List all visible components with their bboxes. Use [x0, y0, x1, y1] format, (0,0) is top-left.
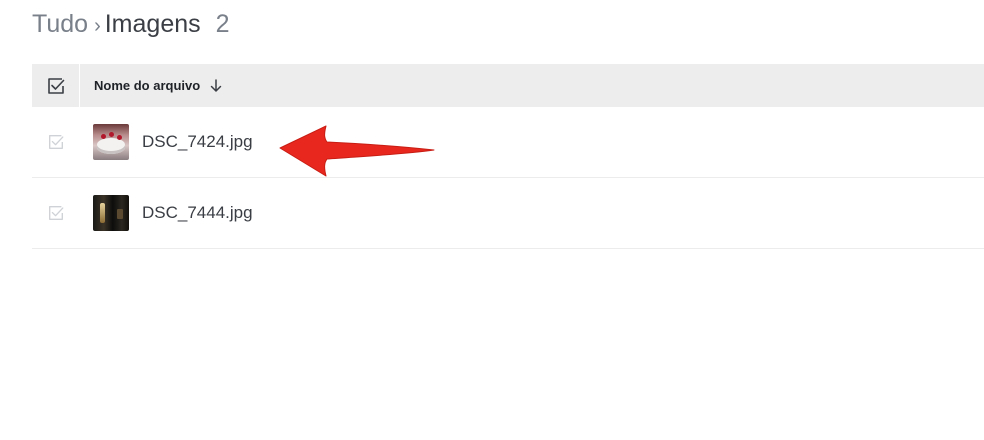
table-header: Nome do arquivo	[32, 64, 984, 107]
row-checkbox[interactable]	[32, 204, 80, 222]
red-arrow-pointer-icon	[279, 125, 435, 177]
breadcrumb: Tudo › Imagens 2	[32, 10, 230, 39]
column-header-name[interactable]: Nome do arquivo	[94, 78, 222, 93]
row-checkbox[interactable]	[32, 133, 80, 151]
breadcrumb-root-link[interactable]: Tudo	[32, 10, 88, 39]
column-header-label: Nome do arquivo	[94, 78, 201, 93]
table-row[interactable]: DSC_7424.jpg	[32, 107, 984, 178]
file-table: Nome do arquivo DSC_7424.jpg DSC_7444.jp…	[32, 64, 984, 249]
breadcrumb-separator: ›	[94, 15, 101, 37]
file-name-link[interactable]: DSC_7424.jpg	[142, 132, 253, 152]
item-count: 2	[215, 10, 230, 38]
checkbox-icon	[47, 77, 64, 94]
arrow-down-icon[interactable]	[210, 78, 222, 93]
file-name-link[interactable]: DSC_7444.jpg	[142, 203, 253, 223]
checkbox-icon	[49, 135, 64, 149]
file-browser-page: Tudo › Imagens 2 Nome do arquivo DSC_742…	[0, 0, 984, 440]
checkbox-icon	[49, 206, 64, 220]
breadcrumb-current: Imagens	[104, 10, 201, 38]
dark-photo-thumbnail[interactable]	[93, 195, 129, 231]
cake-photo-thumbnail[interactable]	[93, 124, 129, 160]
table-row[interactable]: DSC_7444.jpg	[32, 178, 984, 249]
select-all-checkbox[interactable]	[32, 64, 80, 107]
